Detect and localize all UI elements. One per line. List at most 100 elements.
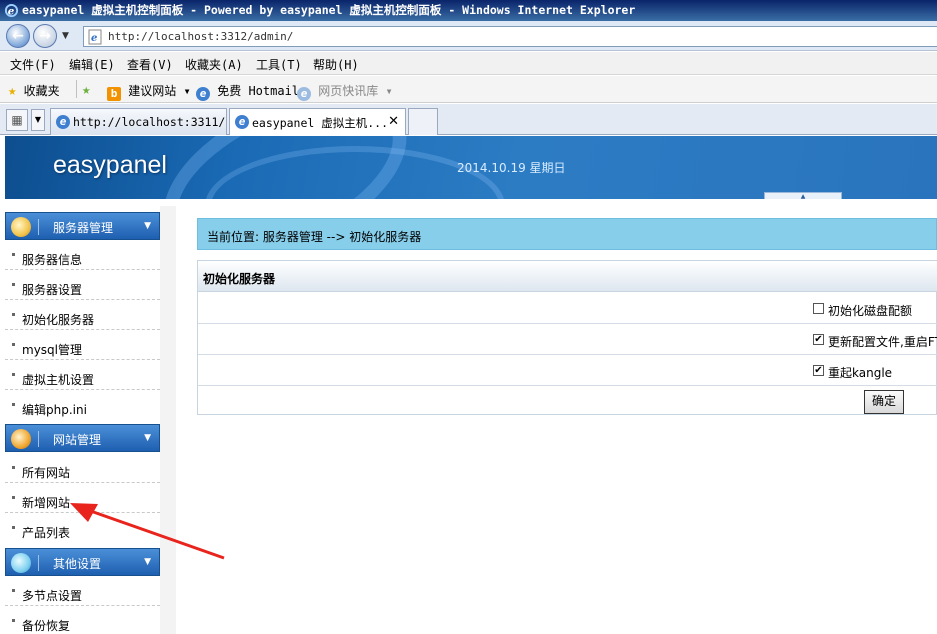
close-tab-icon[interactable]: ✕: [388, 114, 399, 129]
bullet-icon: [12, 343, 15, 346]
add-favorite-icon[interactable]: ★: [82, 82, 90, 98]
window-title: easypanel 虚拟主机控制面板 - Powered by easypane…: [22, 3, 636, 17]
star-icon: ★: [8, 83, 17, 99]
sidebar-item-initialize-server[interactable]: 初始化服务器: [5, 300, 160, 330]
sidebar: 服务器管理 ▼ 服务器信息 服务器设置 初始化服务器 mysql管理 虚拟主机设…: [5, 210, 160, 634]
breadcrumb: 当前位置: 服务器管理 --> 初始化服务器: [197, 218, 937, 250]
sidebar-item-server-settings[interactable]: 服务器设置: [5, 270, 160, 300]
menu-help[interactable]: 帮助(H): [313, 56, 359, 73]
hotmail-label: 免费 Hotmail: [217, 84, 300, 98]
web-slice-gallery-link[interactable]: e 网页快讯库 ▾: [297, 82, 393, 101]
suggested-sites-link[interactable]: b 建议网站 ▾: [107, 82, 191, 101]
back-button[interactable]: ←: [6, 24, 30, 48]
header-banner: easypanel 2014.10.19 星期日 ▲: [5, 136, 937, 199]
panel-header: 初始化服务器: [198, 261, 937, 292]
tab-list-icon[interactable]: ▼: [31, 109, 45, 131]
section-label: 网站管理: [53, 433, 102, 447]
address-bar: ← → ▼ e http://localhost:3312/admin/: [0, 21, 937, 51]
menu-tools[interactable]: 工具(T): [256, 56, 302, 73]
option-row: ✔ 更新配置文件,重启FTP: [198, 324, 937, 355]
menu-edit[interactable]: 编辑(E): [69, 56, 115, 73]
sidebar-item-server-info[interactable]: 服务器信息: [5, 240, 160, 270]
logo: easypanel: [53, 151, 167, 179]
internet-explorer-icon: e: [4, 3, 19, 17]
sidebar-item-label: 备份恢复: [22, 619, 71, 633]
ie-page-icon: e: [56, 115, 70, 129]
chevron-down-icon: ▼: [144, 221, 151, 231]
bullet-icon: [12, 619, 15, 622]
sidebar-item-label: 虚拟主机设置: [22, 373, 95, 387]
sidebar-item-edit-php-ini[interactable]: 编辑php.ini: [5, 390, 160, 420]
sidebar-section-server-management[interactable]: 服务器管理 ▼: [5, 212, 160, 240]
sidebar-item-label: 所有网站: [22, 466, 71, 480]
book-icon: [11, 429, 31, 449]
divider: [38, 555, 39, 571]
ie-page-icon: e: [196, 87, 210, 101]
sidebar-item-label: 初始化服务器: [22, 313, 95, 327]
divider: [38, 431, 39, 447]
sidebar-item-label: 服务器设置: [22, 283, 83, 297]
tab-localhost-3311[interactable]: e http://localhost:3311/: [50, 108, 227, 135]
tab-label: http://localhost:3311/: [73, 115, 226, 129]
sidebar-item-all-websites[interactable]: 所有网站: [5, 453, 160, 483]
menu-view[interactable]: 查看(V): [127, 56, 173, 73]
checkbox-label: 重起kangle: [828, 366, 893, 380]
sidebar-item-label: mysql管理: [22, 343, 82, 357]
sidebar-item-mysql-management[interactable]: mysql管理: [5, 330, 160, 360]
sidebar-item-backup-restore[interactable]: 备份恢复: [5, 606, 160, 634]
divider: [38, 219, 39, 235]
sidebar-item-label: 多节点设置: [22, 589, 83, 603]
section-label: 服务器管理: [53, 221, 114, 235]
history-dropdown-icon[interactable]: ▼: [62, 31, 69, 41]
url-field[interactable]: e http://localhost:3312/admin/: [83, 26, 937, 47]
bullet-icon: [12, 283, 15, 286]
checkbox-label: 初始化磁盘配额: [828, 304, 913, 318]
update-config-checkbox[interactable]: ✔: [813, 334, 824, 345]
url-text: http://localhost:3312/admin/: [108, 30, 294, 43]
new-tab-button[interactable]: [408, 108, 438, 135]
bullet-icon: [12, 403, 15, 406]
bullet-icon: [12, 589, 15, 592]
tools-icon: [11, 553, 31, 573]
sidebar-item-label: 编辑php.ini: [22, 403, 87, 417]
option-row: 初始化磁盘配额: [198, 293, 937, 324]
window-title-bar: e easypanel 虚拟主机控制面板 - Powered by easypa…: [0, 0, 937, 21]
submit-button[interactable]: 确定: [864, 390, 904, 414]
ie-page-icon: e: [235, 115, 249, 129]
forward-button[interactable]: →: [33, 24, 57, 48]
bullet-icon: [12, 496, 15, 499]
menu-favorites[interactable]: 收藏夹(A): [185, 56, 243, 73]
server-icon: [11, 217, 31, 237]
svg-text:e: e: [8, 5, 15, 17]
breadcrumb-text: 当前位置: 服务器管理 --> 初始化服务器: [207, 230, 422, 244]
option-row: ✔ 重起kangle: [198, 355, 937, 386]
hotmail-link[interactable]: e 免费 Hotmail: [196, 82, 299, 101]
favorites-label: 收藏夹: [23, 84, 60, 98]
forward-arrow-icon: →: [39, 28, 51, 44]
suggested-sites-label: 建议网站 ▾: [128, 84, 191, 98]
init-disk-quota-checkbox[interactable]: [813, 303, 824, 314]
bullet-icon: [12, 253, 15, 256]
bullet-icon: [12, 373, 15, 376]
page-icon: e: [88, 29, 102, 45]
bullet-icon: [12, 526, 15, 529]
chevron-down-icon: ▼: [144, 433, 151, 443]
separator: [76, 80, 77, 98]
bullet-icon: [12, 466, 15, 469]
favorites-button[interactable]: ★ 收藏夹: [8, 82, 60, 99]
sidebar-item-multi-node-settings[interactable]: 多节点设置: [5, 576, 160, 606]
panel-title: 初始化服务器: [203, 272, 276, 286]
sidebar-item-vhost-settings[interactable]: 虚拟主机设置: [5, 360, 160, 390]
menu-file[interactable]: 文件(F): [10, 56, 56, 73]
sidebar-section-website-management[interactable]: 网站管理 ▼: [5, 424, 160, 452]
ie-page-icon: e: [297, 87, 311, 101]
menu-bar: 文件(F) 编辑(E) 查看(V) 收藏夹(A) 工具(T) 帮助(H): [0, 52, 937, 75]
annotation-arrow-icon: [70, 503, 225, 560]
checkbox-label: 更新配置文件,重启FTP: [828, 335, 937, 349]
tab-easypanel[interactable]: e easypanel 虚拟主机... ✕: [229, 108, 406, 135]
quick-tabs-icon[interactable]: ▦: [6, 109, 28, 131]
collapse-header-button[interactable]: ▲: [764, 192, 842, 199]
sidebar-gutter: [160, 206, 176, 634]
header-date: 2014.10.19 星期日: [457, 161, 566, 175]
restart-kangle-checkbox[interactable]: ✔: [813, 365, 824, 376]
